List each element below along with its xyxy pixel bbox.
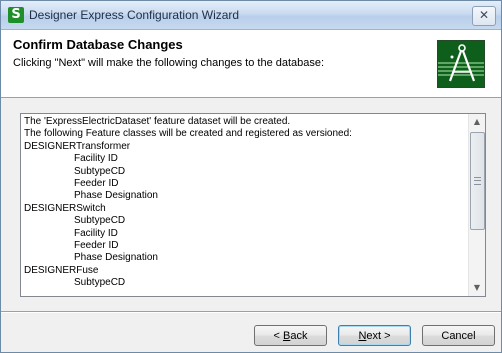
changes-text: The 'ExpressElectricDataset' feature dat…	[24, 116, 464, 289]
change-line: The 'ExpressElectricDataset' feature dat…	[24, 116, 291, 127]
drafting-compass-logo-icon	[437, 40, 485, 88]
window-title: Designer Express Configuration Wizard	[29, 8, 240, 22]
scroll-up-arrow-icon[interactable]: ▲	[469, 114, 485, 130]
change-line: Facility ID	[74, 153, 118, 165]
close-button[interactable]: ✕	[472, 6, 496, 26]
next-button-label: ext >	[366, 330, 391, 342]
change-line: Feeder ID	[74, 177, 119, 189]
changes-textbox[interactable]: The 'ExpressElectricDataset' feature dat…	[20, 113, 486, 297]
change-line: Phase Designation	[74, 190, 158, 202]
scrollbar-thumb[interactable]	[470, 132, 485, 230]
scroll-down-arrow-icon[interactable]: ▼	[469, 280, 485, 296]
back-button[interactable]: < Back	[254, 325, 327, 346]
change-line: SubtypeCD	[74, 215, 126, 227]
wizard-header: Confirm Database Changes Clicking "Next"…	[1, 30, 501, 98]
title-bar[interactable]: S Designer Express Configuration Wizard …	[1, 1, 501, 30]
back-button-label: ack	[290, 330, 308, 342]
change-line: DESIGNERFuse	[24, 264, 99, 276]
footer-separator	[1, 311, 501, 313]
wizard-window: S Designer Express Configuration Wizard …	[0, 0, 502, 353]
cancel-button[interactable]: Cancel	[422, 325, 495, 346]
next-button[interactable]: Next >	[338, 325, 411, 346]
page-subtitle: Clicking "Next" will make the following …	[13, 57, 325, 69]
vertical-scrollbar[interactable]: ▲ ▼	[468, 114, 485, 296]
app-icon: S	[8, 7, 24, 23]
back-button-prefix: <	[273, 330, 283, 342]
change-line: Facility ID	[74, 227, 118, 239]
change-line: Phase Designation	[74, 252, 158, 264]
change-line: DESIGNERTransformer	[24, 140, 131, 152]
change-line: The following Feature classes will be cr…	[24, 128, 352, 140]
change-line: SubtypeCD	[74, 165, 126, 177]
change-line: Feeder ID	[74, 239, 119, 251]
page-title: Confirm Database Changes	[13, 37, 183, 52]
change-line: DESIGNERSwitch	[24, 202, 106, 214]
grip-icon	[474, 177, 481, 185]
change-line: SubtypeCD	[74, 277, 126, 289]
